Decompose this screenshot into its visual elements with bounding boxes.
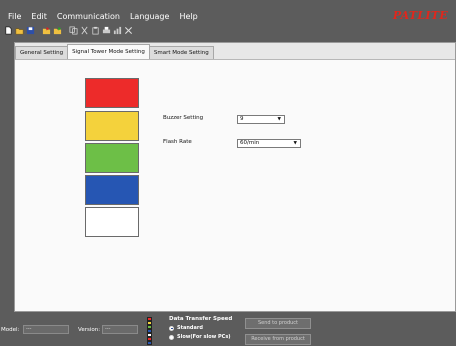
flash-rate-value: 60/min: [240, 140, 260, 146]
chart-icon[interactable]: [113, 26, 122, 35]
print-icon[interactable]: [102, 26, 111, 35]
version-field: ---: [102, 325, 138, 334]
save-as-icon[interactable]: [42, 26, 51, 35]
tab-bar: General Setting Signal Tower Mode Settin…: [15, 43, 455, 60]
send-to-product-button[interactable]: Send to product: [245, 318, 311, 329]
menu-edit[interactable]: Edit: [26, 10, 52, 23]
model-label: Model:: [1, 327, 20, 333]
speed-option-label: Standard: [177, 325, 203, 331]
speed-option-label: Slow(For slow PCs): [177, 334, 231, 340]
menu-help[interactable]: Help: [174, 10, 202, 23]
chevron-down-icon: ▼: [293, 141, 297, 146]
tab-general-setting[interactable]: General Setting: [15, 46, 69, 59]
data-transfer-speed-title: Data Transfer Speed: [169, 316, 233, 322]
new-file-icon[interactable]: [4, 26, 13, 35]
mini-tower-icon: [147, 317, 152, 345]
version-label: Version:: [78, 327, 101, 333]
chevron-down-icon: ▼: [277, 117, 281, 122]
lamp-green[interactable]: [85, 143, 139, 173]
menu-file[interactable]: File: [3, 10, 26, 23]
export-icon[interactable]: [53, 26, 62, 35]
paste-icon[interactable]: [91, 26, 100, 35]
speed-option-slow[interactable]: Slow(For slow PCs): [169, 334, 231, 340]
brand-logo: PATLITE: [392, 9, 448, 22]
save-icon[interactable]: [26, 26, 35, 35]
buzzer-setting-select[interactable]: 9 ▼: [237, 115, 285, 124]
lamp-blue[interactable]: [85, 175, 139, 205]
lamp-red[interactable]: [85, 78, 139, 108]
copy-icon[interactable]: [69, 26, 78, 35]
buzzer-setting-value: 9: [240, 116, 244, 122]
lamp-white[interactable]: [85, 207, 139, 237]
menu-bar: File Edit Communication Language Help: [0, 10, 456, 23]
app-window: File Edit Communication Language Help PA…: [0, 0, 456, 346]
menu-language[interactable]: Language: [125, 10, 174, 23]
lamp-yellow[interactable]: [85, 111, 139, 141]
speed-option-standard[interactable]: Standard: [169, 325, 203, 331]
cut-icon[interactable]: [80, 26, 89, 35]
toolbar: [4, 24, 133, 36]
tab-signal-tower-mode-setting[interactable]: Signal Tower Mode Setting: [67, 44, 150, 59]
buzzer-setting-label: Buzzer Setting: [163, 115, 204, 121]
main-panel: General Setting Signal Tower Mode Settin…: [14, 42, 456, 312]
flash-rate-label: Flash Rate: [163, 139, 192, 145]
flash-rate-select[interactable]: 60/min ▼: [237, 139, 301, 148]
radio-button[interactable]: [169, 334, 174, 340]
radio-button-selected[interactable]: [169, 325, 174, 331]
receive-from-product-button[interactable]: Receive from product: [245, 334, 311, 345]
delete-icon[interactable]: [124, 26, 133, 35]
tab-smart-mode-setting[interactable]: Smart Mode Setting: [148, 46, 214, 59]
model-field: ---: [23, 325, 69, 334]
open-folder-icon[interactable]: [15, 26, 24, 35]
menu-communication[interactable]: Communication: [52, 10, 125, 23]
